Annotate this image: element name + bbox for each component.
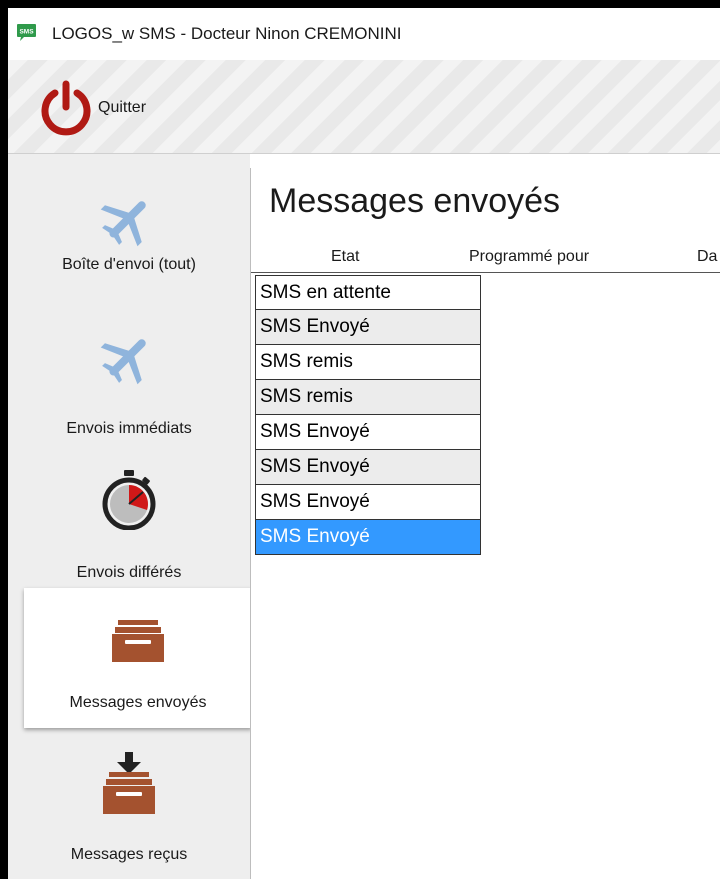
- sidebar-item-label: Messages envoyés: [69, 694, 207, 711]
- outbox-tray-icon: [112, 620, 164, 662]
- column-header-etat[interactable]: Etat: [331, 248, 359, 266]
- title-bar: SMS LOGOS_w SMS - Docteur Ninon CREMONIN…: [8, 8, 720, 60]
- messages-table: SMS en attente SMS Envoyé SMS remis SMS …: [255, 275, 481, 555]
- table-row[interactable]: SMS Envoyé: [255, 485, 481, 520]
- toolbar: Quitter: [8, 60, 720, 154]
- header-divider: [251, 272, 720, 273]
- sidebar-item-outbox-all[interactable]: Boîte d'envoi (tout): [8, 154, 250, 302]
- airplane-icon: [100, 201, 146, 247]
- table-row[interactable]: SMS Envoyé: [255, 310, 481, 345]
- table-row[interactable]: SMS Envoyé: [255, 450, 481, 485]
- sidebar-item-sent-messages[interactable]: Messages envoyés: [24, 588, 252, 728]
- sidebar-item-label: Boîte d'envoi (tout): [62, 256, 196, 273]
- table-row[interactable]: SMS Envoyé: [255, 415, 481, 450]
- column-header-scheduled-for[interactable]: Programmé pour: [469, 248, 589, 266]
- main-panel: Messages envoyés Etat Programmé pour Da …: [250, 168, 720, 879]
- sidebar-item-label: Envois immédiats: [66, 420, 192, 437]
- sidebar-item-label: Messages reçus: [70, 846, 188, 863]
- table-row[interactable]: SMS en attente: [255, 275, 481, 310]
- table-row-selected[interactable]: SMS Envoyé: [255, 520, 481, 555]
- stopwatch-icon: [102, 470, 156, 530]
- column-header-date[interactable]: Da: [697, 248, 717, 266]
- sidebar-item-deferred[interactable]: Envois différés: [8, 446, 250, 588]
- table-row[interactable]: SMS remis: [255, 380, 481, 415]
- quit-label: Quitter: [98, 99, 147, 116]
- sidebar-item-label: Envois différés: [76, 564, 182, 581]
- page-title: Messages envoyés: [269, 182, 561, 220]
- power-icon: [41, 80, 91, 136]
- app-window: SMS LOGOS_w SMS - Docteur Ninon CREMONIN…: [8, 8, 720, 879]
- inbox-tray-icon: [103, 752, 155, 814]
- svg-text:SMS: SMS: [19, 29, 34, 36]
- quit-button[interactable]: Quitter: [38, 80, 146, 136]
- window-title: LOGOS_w SMS - Docteur Ninon CREMONINI: [52, 24, 402, 43]
- sidebar-item-received-messages[interactable]: Messages reçus: [8, 732, 250, 879]
- airplane-icon: [100, 339, 146, 385]
- sidebar-item-immediate[interactable]: Envois immédiats: [8, 302, 250, 446]
- sidebar: Boîte d'envoi (tout) Envois immédiats En…: [8, 154, 252, 879]
- sms-app-icon: SMS: [17, 24, 36, 41]
- table-row[interactable]: SMS remis: [255, 345, 481, 380]
